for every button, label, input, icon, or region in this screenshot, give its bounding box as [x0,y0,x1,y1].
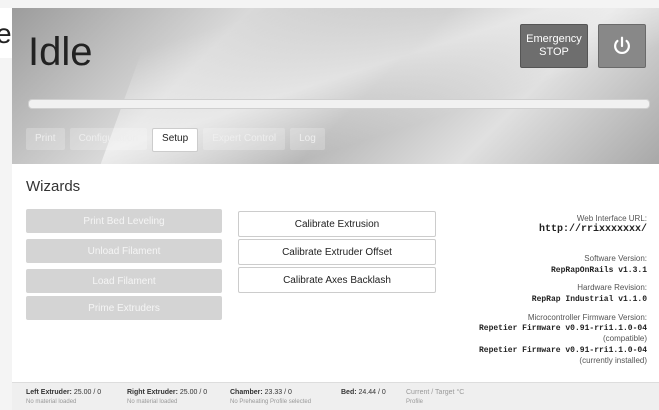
bed-value: 24.44 / 0 [358,389,386,396]
left-extruder-label: Left Extruder: [26,389,72,396]
firmware-installed-value: Repetier Firmware v0.91-rri1.1.0-04 [479,345,647,355]
estop-label-line1: Emergency [526,33,582,45]
software-version-label: Software Version: [584,254,647,263]
tab-print[interactable]: Print [26,128,65,150]
temp-legend-text: Current / Target °C [406,389,465,396]
software-version-value: RepRapOnRails v1.3.1 [551,265,647,275]
hardware-revision-label: Hardware Revision: [577,283,647,292]
prime-extruders-button[interactable]: Prime Extruders [26,296,222,320]
firmware-installed-note: (currently installed) [579,356,647,365]
chamber-value: 23.33 / 0 [264,389,292,396]
power-button[interactable] [598,24,646,68]
chamber-profile: No Preheating Profile selected [230,399,312,405]
web-url-label: Web Interface URL: [576,214,647,223]
calibrate-axes-backlash-button[interactable]: Calibrate Axes Backlash [238,267,436,293]
print-progress-bar [28,99,650,109]
firmware-compatible-text: Repetier Firmware v0.91-rri1.1.0-04 [478,324,647,333]
print-bed-leveling-button[interactable]: Print Bed Leveling [26,209,222,233]
chamber-temp: Chamber: 23.33 / 0 No Preheating Profile… [230,389,311,405]
left-extruder-material: No material loaded [26,399,77,405]
hardware-revision-value: RepRap Industrial v1.1.0 [532,294,647,304]
main-tabs: Print Configuration Setup Expert Control… [26,128,325,152]
right-extruder-temp: Right Extruder: 25.00 / 0 No material lo… [127,389,207,405]
calibrate-extruder-offset-button[interactable]: Calibrate Extruder Offset [238,239,436,265]
calibrate-extrusion-button[interactable]: Calibrate Extrusion [238,211,436,237]
load-filament-button[interactable]: Load Filament [26,269,222,293]
unload-filament-button[interactable]: Unload Filament [26,239,222,263]
tab-log[interactable]: Log [290,128,325,150]
tab-setup[interactable]: Setup [152,128,199,152]
tab-expert-control[interactable]: Expert Control [203,128,286,150]
firmware-compatible-note: (compatible) [602,334,647,343]
emergency-stop-button[interactable]: Emergency STOP [520,24,588,68]
temperature-status-bar: Left Extruder: 25.00 / 0 No material loa… [12,382,659,410]
wizards-heading: Wizards [26,178,81,195]
firmware-compatible-value: Repetier Firmware v0.91-rri1.1.0-04 [479,323,647,333]
tab-configuration[interactable]: Configuration [69,128,148,150]
firmware-version-label: Microcontroller Firmware Version: [527,313,647,322]
chamber-label: Chamber: [230,389,263,396]
firmware-installed-text: Repetier Firmware v0.91-rri1.1.0-04 [478,346,647,355]
right-extruder-value: 25.00 / 0 [179,389,208,396]
bed-temp: Bed: 24.44 / 0 [341,389,386,396]
web-url-text: http://rrixxxxxxx/ [538,224,647,235]
hardware-revision-text: RepRap Industrial v1.1.0 [531,295,647,304]
left-extruder-temp: Left Extruder: 25.00 / 0 No material loa… [26,389,101,405]
temp-legend-sub: Profile [406,399,424,405]
setup-panel: Wizards Print Bed Leveling Unload Filame… [12,164,659,409]
header-banner: Idle Emergency STOP Print Configuration S… [12,8,659,164]
web-url-value: http://rrixxxxxxx/ [539,224,647,235]
printer-status-title: Idle [28,30,93,74]
temp-legend: Current / Target °C Profile [406,389,464,405]
left-extruder-value: 25.00 / 0 [73,389,102,396]
software-version-text: RepRapOnRails v1.3.1 [550,266,647,275]
partial-edge-letter: e [0,8,12,58]
estop-label-line2: STOP [539,46,569,58]
power-icon [614,36,630,55]
right-extruder-material: No material loaded [127,399,178,405]
bed-label: Bed: [341,389,357,396]
right-extruder-label: Right Extruder: [127,389,178,396]
